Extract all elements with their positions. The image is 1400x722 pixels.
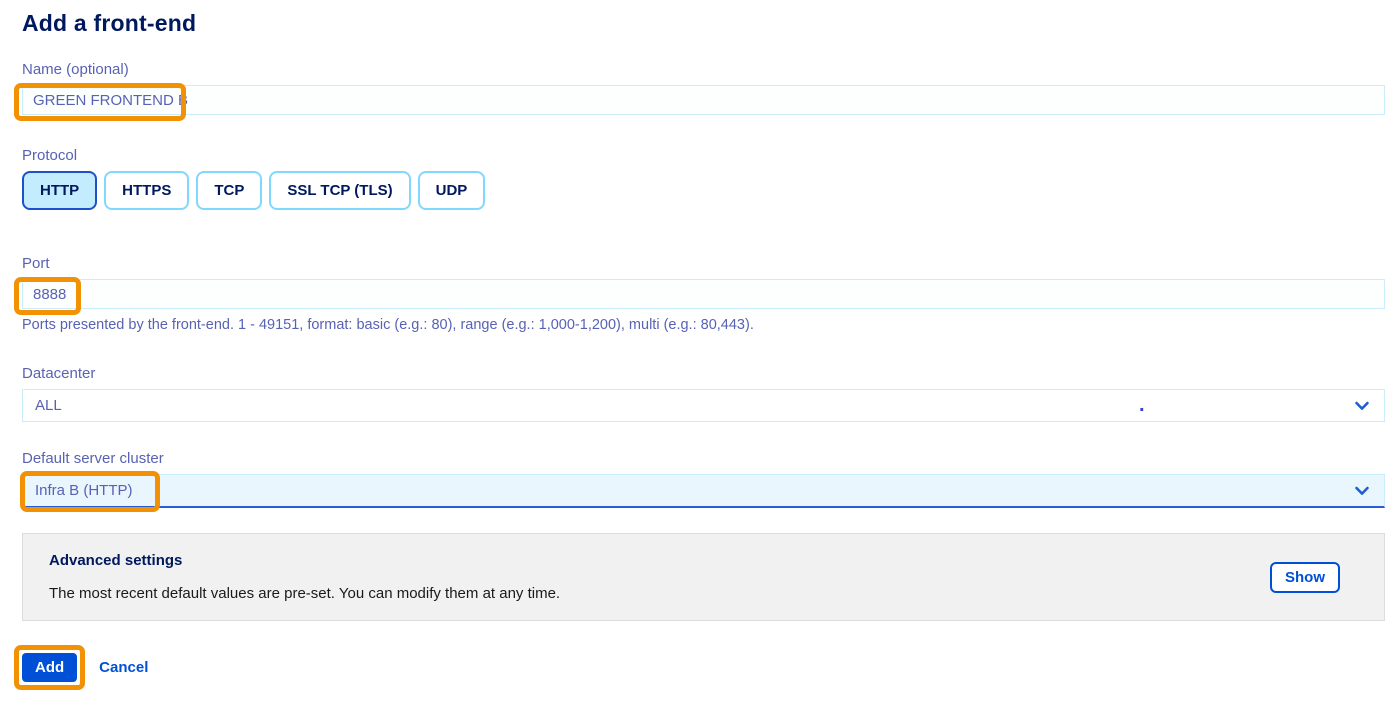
advanced-settings-title: Advanced settings [49,552,560,569]
name-input[interactable] [22,85,1385,115]
port-help-text: Ports presented by the front-end. 1 - 49… [22,317,1385,333]
add-button[interactable]: Add [22,653,77,682]
protocol-field-group: Protocol HTTP HTTPS TCP SSL TCP (TLS) UD… [22,147,1385,210]
cluster-selected-value: Infra B (HTTP) [35,482,133,499]
add-frontend-form: Add a front-end Name (optional) Protocol… [0,0,1400,722]
advanced-settings-panel: Advanced settings The most recent defaul… [22,533,1385,621]
cluster-label: Default server cluster [22,450,1385,467]
protocol-button-tcp[interactable]: TCP [196,171,262,210]
datacenter-selected-value: ALL [35,397,62,414]
chevron-down-icon [1354,483,1370,499]
name-field-group: Name (optional) [22,61,1385,115]
protocol-button-http[interactable]: HTTP [22,171,97,210]
port-label: Port [22,255,1385,272]
port-field-group: Port Ports presented by the front-end. 1… [22,255,1385,333]
advanced-settings-text: Advanced settings The most recent defaul… [49,552,560,602]
cluster-field-group: Default server cluster Infra B (HTTP) [22,450,1385,508]
datacenter-select[interactable]: ALL . [22,389,1385,422]
add-button-wrapper: Add [22,653,77,682]
protocol-button-udp[interactable]: UDP [418,171,486,210]
show-button[interactable]: Show [1270,562,1340,593]
cancel-link[interactable]: Cancel [99,659,148,676]
stray-period-character: . [1139,390,1145,421]
advanced-settings-description: The most recent default values are pre-s… [49,585,560,602]
name-label: Name (optional) [22,61,1385,78]
form-actions: Add Cancel [22,653,1385,682]
page-title: Add a front-end [22,10,1385,37]
chevron-down-icon [1354,398,1370,414]
protocol-button-ssl-tcp-tls[interactable]: SSL TCP (TLS) [269,171,410,210]
protocol-button-https[interactable]: HTTPS [104,171,189,210]
protocol-button-row: HTTP HTTPS TCP SSL TCP (TLS) UDP [22,171,1385,210]
cluster-select[interactable]: Infra B (HTTP) [22,474,1385,508]
datacenter-field-group: Datacenter ALL . [22,365,1385,422]
protocol-label: Protocol [22,147,1385,164]
port-input[interactable] [22,279,1385,309]
datacenter-label: Datacenter [22,365,1385,382]
